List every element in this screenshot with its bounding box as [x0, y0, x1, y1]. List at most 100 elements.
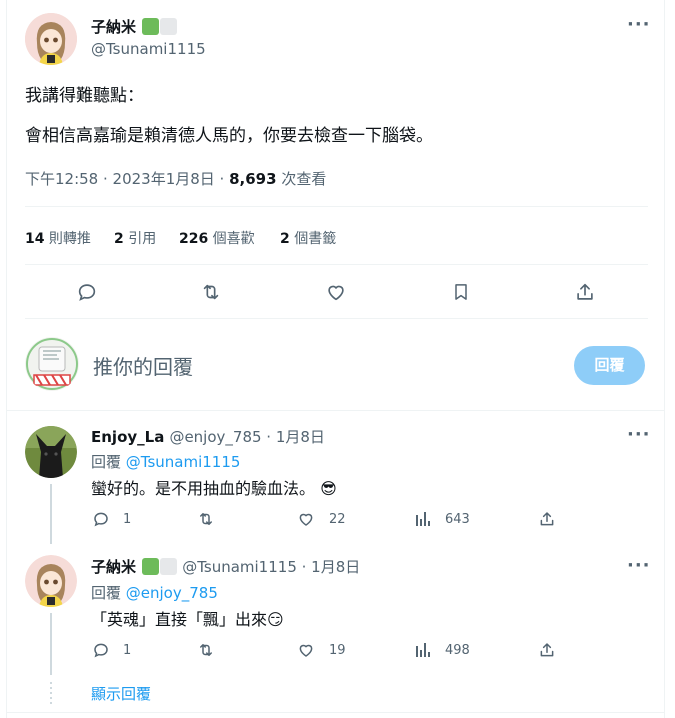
reply-display-name[interactable]: Enjoy_La: [91, 428, 164, 446]
analytics-icon: [416, 512, 430, 526]
reply-button[interactable]: [73, 278, 101, 306]
reply-to-prefix: 回覆: [91, 584, 126, 602]
reply-like-button[interactable]: [296, 640, 316, 660]
view-count-label: 次查看: [276, 170, 327, 188]
reply-handle[interactable]: @Tsunami1115: [182, 558, 297, 576]
reply-share-button[interactable]: [537, 640, 557, 660]
reply-to-mention[interactable]: @Tsunami1115: [126, 453, 241, 471]
reply-date[interactable]: · 1月8日: [262, 428, 325, 446]
like-icon: [299, 644, 313, 657]
share-icon: [577, 283, 593, 300]
tweet-timestamp[interactable]: 下午12:58 · 2023年1月8日 ·: [25, 170, 229, 188]
reply-text: 「英魂」直接「飄」出來😏: [91, 606, 284, 630]
share-icon: [540, 643, 554, 657]
retweets-count: 14: [25, 231, 45, 247]
reply-input[interactable]: 推你的回覆: [93, 351, 193, 380]
thread-connector: [50, 613, 52, 675]
show-replies-link[interactable]: 顯示回覆: [91, 683, 151, 704]
bottom-divider: [7, 712, 664, 713]
tweet-meta: 下午12:58 · 2023年1月8日 · 8,693 次查看: [25, 168, 326, 189]
like-icon: [299, 513, 313, 526]
like-button[interactable]: [322, 278, 350, 306]
reply-display-name[interactable]: 子納米: [91, 558, 136, 576]
divider: [25, 206, 648, 207]
green-square-badge: [142, 18, 160, 35]
author-handle[interactable]: @Tsunami1115: [91, 40, 206, 58]
retweet-icon: [200, 644, 212, 656]
more-options-icon[interactable]: ···: [627, 14, 651, 35]
reply-retweet-button[interactable]: [195, 640, 217, 660]
reply-to-line: 回覆 @enjoy_785: [91, 582, 218, 603]
retweets-label: 則轉推: [44, 231, 91, 247]
quotes-count: 2: [114, 231, 124, 247]
tweet-text: 我講得難聽點： 會相信高嘉瑜是賴清德人馬的，你要去檢查一下腦袋。: [25, 84, 433, 148]
reply-more-icon[interactable]: ···: [627, 555, 651, 576]
quotes-stat[interactable]: 2 引用: [114, 228, 156, 248]
reply-views-button[interactable]: [413, 509, 433, 529]
gray-square-badge: [160, 558, 178, 575]
reply-reply-button[interactable]: [91, 509, 111, 529]
sunglasses-emoji-icon: 😎: [320, 479, 337, 498]
view-count: 498: [445, 643, 470, 658]
reply-retweet-button[interactable]: [195, 509, 217, 529]
tweet-detail-panel: 子納米 @Tsunami1115 ··· 我講得難聽點： 會相信高嘉瑜是賴清德人…: [6, 0, 665, 718]
reply-views-button[interactable]: [413, 640, 433, 660]
like-icon: [328, 285, 344, 301]
author-name-row: 子納米: [91, 16, 178, 37]
retweet-icon: [200, 513, 212, 525]
reply-share-button[interactable]: [537, 509, 557, 529]
reply-to-mention[interactable]: @enjoy_785: [126, 584, 218, 602]
reply-submit-button[interactable]: 回覆: [574, 346, 645, 385]
bookmarks-label: 個書籤: [289, 231, 337, 247]
analytics-icon: [416, 643, 430, 657]
divider: [25, 264, 648, 265]
author-avatar[interactable]: [25, 13, 77, 65]
reply-to-prefix: 回覆: [91, 453, 126, 471]
share-icon: [540, 512, 554, 526]
likes-stat[interactable]: 226 個喜歡: [179, 228, 255, 248]
view-count: 8,693: [229, 170, 277, 188]
reply-count: 1: [123, 512, 132, 527]
green-square-badge: [142, 558, 160, 575]
reply-to-line: 回覆 @Tsunami1115: [91, 451, 240, 472]
reply-avatar-enjoy-la[interactable]: [25, 426, 77, 478]
tweet-line-1: 我講得難聽點：: [25, 86, 144, 106]
smirk-emoji-icon: 😏: [267, 610, 284, 629]
reply-reply-button[interactable]: [91, 640, 111, 660]
section-divider: [7, 410, 664, 411]
quotes-label: 引用: [123, 231, 157, 247]
divider: [25, 318, 648, 319]
reply-like-button[interactable]: [296, 509, 316, 529]
reply-icon: [78, 284, 96, 301]
thread-connector: [50, 484, 52, 544]
bookmarks-stat[interactable]: 2 個書籤: [280, 228, 336, 248]
gray-square-badge: [160, 18, 178, 35]
reply-icon: [94, 512, 108, 527]
author-display-name[interactable]: 子納米: [91, 18, 136, 36]
reply-date[interactable]: · 1月8日: [297, 558, 361, 576]
reply-header: Enjoy_La @enjoy_785 · 1月8日: [91, 426, 325, 447]
reply-text-body: 蠻好的。是不用抽血的驗血法。: [91, 479, 316, 498]
bookmark-icon: [455, 284, 467, 300]
reply-text: 蠻好的。是不用抽血的驗血法。 😎: [91, 475, 337, 499]
share-button[interactable]: [571, 278, 599, 306]
bookmarks-count: 2: [280, 231, 290, 247]
reply-handle[interactable]: @enjoy_785: [169, 428, 261, 446]
reply-more-icon[interactable]: ···: [627, 424, 651, 445]
retweets-stat[interactable]: 14 則轉推: [25, 228, 91, 248]
reply-avatar-tsunami[interactable]: [25, 555, 77, 607]
like-count: 19: [329, 643, 346, 658]
tweet-line-2: 會相信高嘉瑜是賴清德人馬的，你要去檢查一下腦袋。: [25, 126, 433, 146]
reply-header: 子納米 @Tsunami1115 · 1月8日: [91, 556, 360, 577]
retweet-icon: [203, 284, 219, 300]
reply-count: 1: [123, 643, 132, 658]
bookmark-button[interactable]: [447, 278, 475, 306]
reply-icon: [94, 643, 108, 658]
retweet-button[interactable]: [197, 278, 225, 306]
current-user-avatar[interactable]: [25, 337, 79, 391]
likes-count: 226: [179, 231, 209, 247]
thread-dots: [50, 682, 52, 704]
like-count: 22: [329, 512, 346, 527]
reply-text-body: 「英魂」直接「飄」出來: [91, 610, 268, 629]
likes-label: 個喜歡: [208, 231, 255, 247]
